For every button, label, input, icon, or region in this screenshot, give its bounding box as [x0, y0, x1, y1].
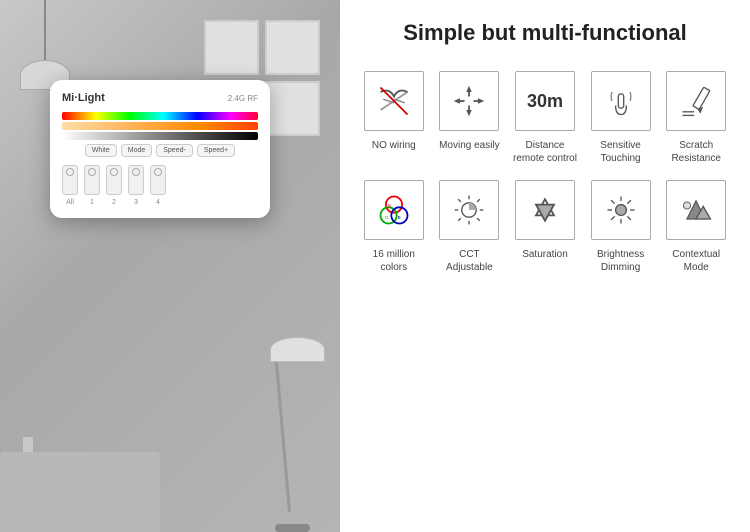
frequency-label: 2.4G RF: [228, 94, 258, 103]
touch-icon: [603, 83, 639, 119]
cct-icon-box: [439, 180, 499, 240]
moving-icon: [451, 83, 487, 119]
distance-value: 30m: [527, 91, 563, 112]
ceiling-lamp-decoration: [20, 0, 70, 90]
scratch-resistance-label: Scratch Resistance: [662, 139, 730, 165]
distance-remote-label: Distance remote control: [511, 139, 579, 165]
svg-text:R: R: [387, 203, 391, 208]
page-container: Mi·Light 2.4G RF White Mode Speed- Speed…: [0, 0, 750, 532]
touch-icon-box: [591, 71, 651, 131]
controller-top-buttons: White Mode Speed- Speed+: [62, 144, 258, 157]
contextual-mode-icon: [678, 192, 714, 228]
moving-easily-label: Moving easily: [439, 139, 500, 152]
zone-4: 4: [150, 165, 166, 206]
section-title: Simple but multi-functional: [360, 20, 730, 46]
controller-zones: All 1 2 3 4: [62, 165, 258, 206]
cct-adjustable-label: CCT Adjustable: [436, 248, 504, 274]
milight-controller: Mi·Light 2.4G RF White Mode Speed- Speed…: [50, 80, 270, 218]
zone-1: 1: [84, 165, 100, 206]
scratch-icon-box: [666, 71, 726, 131]
speed-plus-button[interactable]: Speed+: [197, 144, 235, 157]
feature-distance-remote: 30m Distance remote control: [511, 71, 579, 165]
feature-contextual-mode: Contextual Mode: [662, 180, 730, 274]
sofa-decoration: [0, 482, 160, 532]
bw-bar: [62, 132, 258, 140]
zone-3: 3: [128, 165, 144, 206]
no-wiring-label: NO wiring: [372, 139, 416, 152]
saturation-label: Saturation: [522, 248, 568, 261]
brightness-dimming-icon: [603, 192, 639, 228]
sensitive-touching-label: Sensitive Touching: [587, 139, 655, 165]
feature-sensitive-touching: Sensitive Touching: [587, 71, 655, 165]
distance-icon-box: 30m: [515, 71, 575, 131]
white-button[interactable]: White: [85, 144, 117, 157]
feature-scratch-resistance: Scratch Resistance: [662, 71, 730, 165]
color-bars: [62, 112, 258, 140]
feature-no-wiring: NO wiring: [360, 71, 428, 165]
floor-lamp-decoration: [270, 332, 330, 532]
features-grid: NO wiring Moving easily: [360, 71, 730, 274]
speed-minus-button[interactable]: Speed-: [156, 144, 193, 157]
feature-cct-adjustable: CCT Adjustable: [436, 180, 504, 274]
cct-adjustable-icon: [451, 192, 487, 228]
saturation-icon: [527, 192, 563, 228]
16million-colors-label: 16 million colors: [360, 248, 428, 274]
contextual-mode-label: Contextual Mode: [662, 248, 730, 274]
16million-colors-icon: R G B: [376, 192, 412, 228]
controller-header: Mi·Light 2.4G RF: [62, 92, 258, 104]
zone-all: All: [62, 165, 78, 206]
feature-brightness-dimming: Brightness Dimming: [587, 180, 655, 274]
features-panel: Simple but multi-functional NO wiring: [340, 0, 750, 532]
feature-moving-easily: Moving easily: [436, 71, 504, 165]
saturation-icon-box: [515, 180, 575, 240]
no-wiring-icon: [376, 83, 412, 119]
svg-text:B: B: [397, 215, 400, 220]
rainbow-bar: [62, 112, 258, 120]
brand-name: Mi·Light: [62, 92, 105, 104]
no-wiring-icon-box: [364, 71, 424, 131]
feature-saturation: Saturation: [511, 180, 579, 274]
brightness-icon-box: [591, 180, 651, 240]
contextual-icon-box: [666, 180, 726, 240]
warm-bar: [62, 122, 258, 130]
zone-2: 2: [106, 165, 122, 206]
mode-button[interactable]: Mode: [121, 144, 153, 157]
product-image-panel: Mi·Light 2.4G RF White Mode Speed- Speed…: [0, 0, 340, 532]
moving-easily-icon-box: [439, 71, 499, 131]
scratch-resistance-icon: [678, 83, 714, 119]
feature-16million-colors: R G B 16 million colors: [360, 180, 428, 274]
svg-text:G: G: [385, 215, 389, 220]
color-icon-box: R G B: [364, 180, 424, 240]
brightness-dimming-label: Brightness Dimming: [587, 248, 655, 274]
